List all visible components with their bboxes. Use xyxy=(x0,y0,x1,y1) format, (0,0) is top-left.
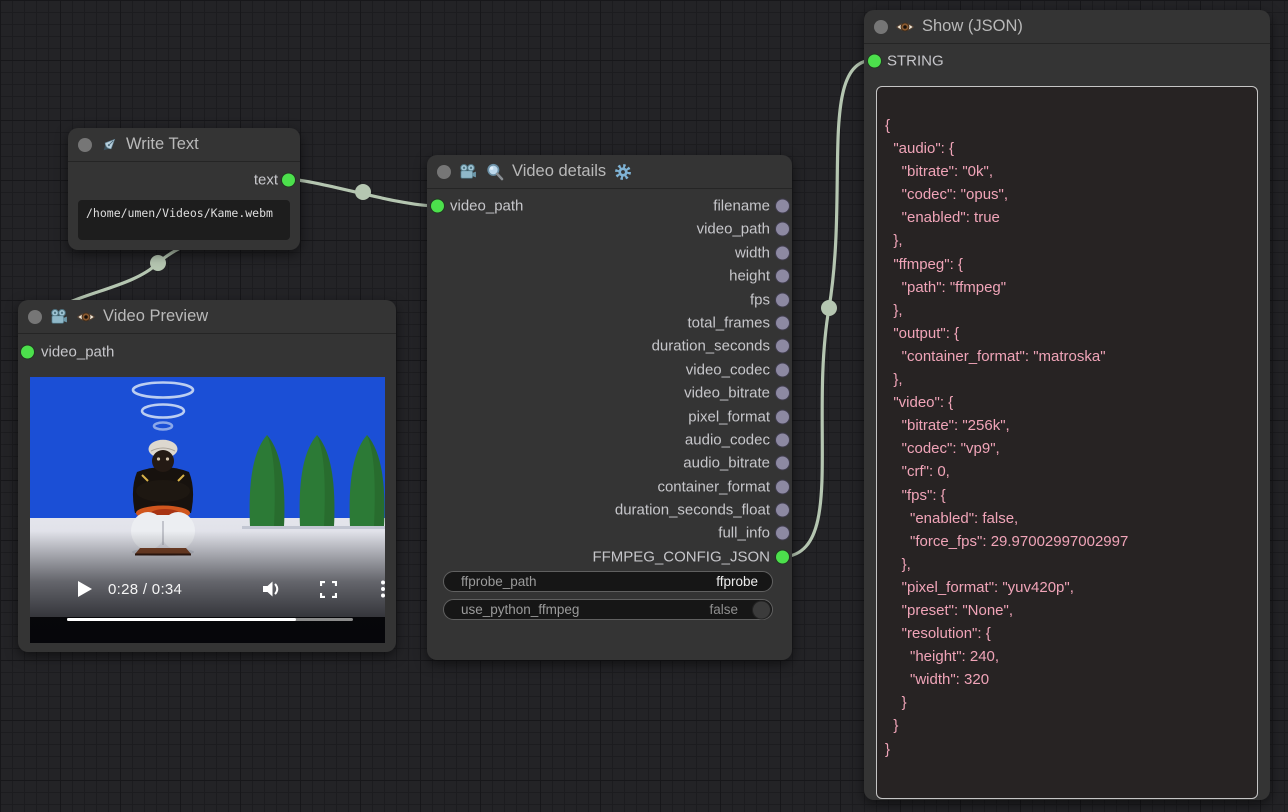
output-port-video-bitrate[interactable] xyxy=(776,387,789,400)
video-preview-node[interactable]: Video Preview video_path xyxy=(18,300,396,652)
output-label: video_path xyxy=(697,221,770,238)
output-label: duration_seconds xyxy=(652,338,770,355)
output-port-duration-seconds[interactable] xyxy=(776,340,789,353)
widget-label: use_python_ffmpeg xyxy=(461,602,579,617)
show-json-node-header[interactable]: Show (JSON) xyxy=(864,10,1270,44)
output-label: duration_seconds_float xyxy=(615,502,770,519)
node-title: Show (JSON) xyxy=(922,17,1023,36)
output-label: height xyxy=(729,268,770,285)
output-port-pixel-format[interactable] xyxy=(776,410,789,423)
collapse-dot[interactable] xyxy=(437,165,451,179)
output-port-container-format[interactable] xyxy=(776,480,789,493)
toggle-knob[interactable] xyxy=(752,600,771,619)
play-icon[interactable] xyxy=(77,580,93,598)
output-label: fps xyxy=(750,291,770,308)
output-port-video-path[interactable] xyxy=(776,223,789,236)
output-label: pixel_format xyxy=(688,408,770,425)
text-value-field[interactable]: /home/umen/Videos/Kame.webm xyxy=(78,200,290,240)
video-progress-fill xyxy=(67,618,296,622)
input-port-string[interactable] xyxy=(868,54,881,67)
node-title: Video details xyxy=(512,162,606,181)
output-port-height[interactable] xyxy=(776,270,789,283)
node-title: Video Preview xyxy=(103,307,208,326)
video-progress-bar[interactable] xyxy=(67,618,353,622)
ffprobe-path-widget[interactable]: ffprobe_path ffprobe xyxy=(443,571,773,592)
input-label: STRING xyxy=(887,52,944,69)
output-port-ffmpeg-config-json[interactable] xyxy=(776,550,789,563)
output-rows: filename video_path width height fps tot… xyxy=(427,194,792,568)
collapse-dot[interactable] xyxy=(28,310,42,324)
input-label: video_path xyxy=(41,344,114,361)
video-details-node-header[interactable]: Video details xyxy=(427,155,792,189)
widget-value: false xyxy=(709,602,738,617)
write-text-node[interactable]: Write Text text /home/umen/Videos/Kame.w… xyxy=(68,128,300,250)
output-port-filename[interactable] xyxy=(776,199,789,212)
video-controls: 0:28 / 0:34 xyxy=(30,531,385,643)
output-label: total_frames xyxy=(687,314,770,331)
output-port-total-frames[interactable] xyxy=(776,316,789,329)
video-preview-node-header[interactable]: Video Preview xyxy=(18,300,396,334)
link-midpoint-dot xyxy=(821,300,837,316)
json-content: { "audio": { "bitrate": "0k", "codec": "… xyxy=(885,114,1245,761)
movie-camera-icon xyxy=(49,307,69,327)
output-port-video-codec[interactable] xyxy=(776,363,789,376)
collapse-dot[interactable] xyxy=(874,20,888,34)
widget-label: ffprobe_path xyxy=(461,574,537,589)
output-label: width xyxy=(735,244,770,261)
video-time: 0:28 / 0:34 xyxy=(108,581,182,598)
output-row-text: text xyxy=(68,168,300,191)
output-label: video_bitrate xyxy=(684,385,770,402)
output-label: audio_bitrate xyxy=(683,455,770,472)
json-output-display[interactable]: { "audio": { "bitrate": "0k", "codec": "… xyxy=(876,86,1258,799)
link-midpoint-dot xyxy=(150,255,166,271)
write-text-node-header[interactable]: Write Text xyxy=(68,128,300,162)
input-port-video-path[interactable] xyxy=(21,346,34,359)
movie-camera-icon xyxy=(458,162,478,182)
node-title: Write Text xyxy=(126,135,199,154)
eye-icon xyxy=(76,307,96,327)
output-port-duration-seconds-float[interactable] xyxy=(776,504,789,517)
output-label: FFMPEG_CONFIG_JSON xyxy=(592,548,770,565)
output-port-full-info[interactable] xyxy=(776,527,789,540)
video-details-node[interactable]: Video details video_path filename video_… xyxy=(427,155,792,660)
output-port-fps[interactable] xyxy=(776,293,789,306)
output-port-audio-bitrate[interactable] xyxy=(776,457,789,470)
fullscreen-icon[interactable] xyxy=(320,581,337,598)
output-label: video_codec xyxy=(686,361,770,378)
input-row-string: STRING xyxy=(864,49,1270,72)
output-label: audio_codec xyxy=(685,431,770,448)
kebab-menu-icon[interactable] xyxy=(380,580,385,598)
output-port-audio-codec[interactable] xyxy=(776,433,789,446)
eye-icon xyxy=(895,17,915,37)
collapse-dot[interactable] xyxy=(78,138,92,152)
widget-value: ffprobe xyxy=(716,574,758,589)
output-label: full_info xyxy=(718,525,770,542)
video-player[interactable]: 0:28 / 0:34 xyxy=(30,377,385,643)
magnifier-icon xyxy=(485,162,505,182)
pen-icon xyxy=(99,135,119,155)
link-midpoint-dot xyxy=(355,184,371,200)
output-port-width[interactable] xyxy=(776,246,789,259)
node-graph-canvas[interactable]: Write Text text /home/umen/Videos/Kame.w… xyxy=(0,0,1288,812)
use-python-ffmpeg-toggle[interactable]: use_python_ffmpeg false xyxy=(443,599,773,620)
input-row-video-path: video_path xyxy=(18,341,396,364)
show-json-node[interactable]: Show (JSON) STRING { "audio": { "bitrate… xyxy=(864,10,1270,800)
gear-icon xyxy=(613,162,633,182)
output-label: text xyxy=(254,171,278,188)
output-label: container_format xyxy=(657,478,770,495)
volume-icon[interactable] xyxy=(262,580,282,598)
output-label: filename xyxy=(713,197,770,214)
output-port-text[interactable] xyxy=(282,173,295,186)
